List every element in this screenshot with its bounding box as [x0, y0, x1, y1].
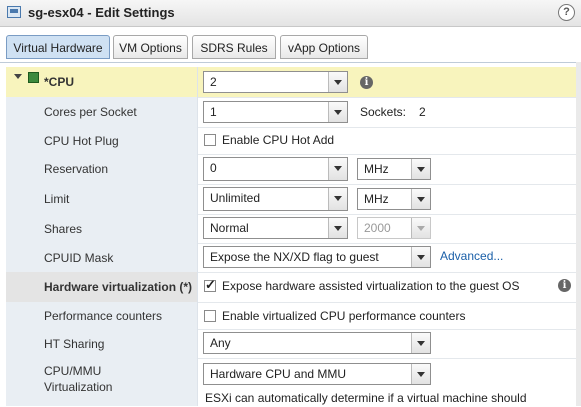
- ht-sharing-row: HT Sharing Any: [6, 329, 576, 359]
- shares-row: Shares Normal 2000: [6, 214, 576, 244]
- shares-amount-input: 2000: [357, 217, 431, 239]
- cpuid-advanced-link[interactable]: Advanced...: [440, 249, 503, 263]
- cpuid-mask-select[interactable]: Expose the NX/XD flag to guest: [203, 246, 431, 268]
- info-icon[interactable]: i: [558, 279, 571, 292]
- expand-arrow-icon[interactable]: [14, 74, 22, 79]
- ht-sharing-label: HT Sharing: [44, 336, 105, 351]
- reservation-input[interactable]: 0: [203, 157, 348, 181]
- shares-label-cell: Shares: [6, 214, 198, 243]
- window-title: sg-esx04 - Edit Settings: [28, 5, 175, 20]
- reservation-value: 0: [210, 161, 217, 175]
- cpu-mmu-virtualization-row: CPU/MMU Virtualization Hardware CPU and …: [6, 358, 576, 406]
- cores-per-socket-select[interactable]: 1: [203, 101, 348, 123]
- ht-sharing-value: Any: [210, 336, 231, 350]
- cpu-label: *CPU: [44, 75, 75, 89]
- tab-vapp-options[interactable]: vApp Options: [280, 35, 368, 59]
- reservation-unit: MHz: [364, 162, 389, 176]
- limit-value: Unlimited: [210, 191, 261, 205]
- info-icon[interactable]: i: [360, 76, 373, 89]
- cpu-hot-plug-label-cell: CPU Hot Plug: [6, 127, 198, 154]
- tab-vm-options[interactable]: VM Options: [113, 35, 188, 59]
- limit-label: Limit: [44, 192, 70, 206]
- hardware-virtualization-label-cell: Hardware virtualization (*): [6, 272, 198, 302]
- cores-per-socket-value: 1: [210, 105, 217, 119]
- chevron-down-icon[interactable]: [328, 72, 347, 92]
- chevron-down-icon[interactable]: [411, 247, 430, 267]
- vm-settings-icon: [7, 6, 21, 18]
- sockets-value: 2: [419, 105, 426, 119]
- cpu-mmu-select[interactable]: Hardware CPU and MMU: [203, 363, 431, 385]
- chevron-down-icon[interactable]: [328, 188, 347, 210]
- chevron-down-icon[interactable]: [411, 159, 430, 179]
- chevron-down-icon[interactable]: [328, 158, 347, 180]
- performance-counters-label-cell: Performance counters: [6, 302, 198, 329]
- cpu-mmu-label-line1: CPU/MMU: [44, 364, 102, 378]
- cpuid-mask-row: CPUID Mask Expose the NX/XD flag to gues…: [6, 243, 576, 273]
- chevron-down-icon[interactable]: [328, 218, 347, 238]
- chevron-down-icon[interactable]: [411, 333, 430, 353]
- cores-per-socket-row: Cores per Socket 1 Sockets: 2: [6, 97, 576, 128]
- cpuid-mask-label: CPUID Mask: [44, 250, 114, 265]
- limit-unit-select[interactable]: MHz: [357, 188, 431, 210]
- tab-sdrs-rules[interactable]: SDRS Rules: [192, 35, 276, 59]
- chevron-down-icon[interactable]: [328, 102, 347, 122]
- ht-sharing-select[interactable]: Any: [203, 332, 431, 354]
- cpuid-mask-value: Expose the NX/XD flag to guest: [210, 250, 379, 264]
- cpu-header-row: *CPU 2 i: [6, 67, 576, 98]
- cpuid-mask-label-cell: CPUID Mask: [6, 243, 198, 272]
- chevron-down-icon[interactable]: [411, 364, 430, 384]
- hardware-virtualization-label: Hardware virtualization (*): [44, 280, 193, 294]
- cpu-chip-icon: [28, 72, 39, 83]
- reservation-row: Reservation 0 MHz: [6, 154, 576, 185]
- limit-unit: MHz: [364, 192, 389, 206]
- sockets-label: Sockets:: [360, 105, 407, 119]
- shares-amount: 2000: [364, 221, 391, 235]
- cpu-hot-plug-row: CPU Hot Plug Enable CPU Hot Add: [6, 127, 576, 155]
- cpu-header-label-cell: *CPU: [6, 67, 198, 97]
- chevron-down-icon[interactable]: [411, 189, 430, 209]
- performance-counters-label: Performance counters: [44, 308, 163, 323]
- cpu-hot-plug-label: CPU Hot Plug: [44, 133, 119, 148]
- reservation-label: Reservation: [44, 162, 109, 176]
- cpu-hot-add-label: Enable CPU Hot Add: [222, 133, 335, 147]
- ht-sharing-label-cell: HT Sharing: [6, 329, 198, 358]
- cores-per-socket-label: Cores per Socket: [44, 105, 137, 119]
- cpu-mmu-value: Hardware CPU and MMU: [210, 367, 347, 381]
- window-titlebar: sg-esx04 - Edit Settings ?: [0, 0, 581, 27]
- cpu-hot-add-checkbox[interactable]: [204, 134, 216, 146]
- shares-value: Normal: [210, 221, 249, 235]
- reservation-unit-select[interactable]: MHz: [357, 158, 431, 180]
- performance-counters-checkbox[interactable]: [204, 310, 216, 322]
- limit-input[interactable]: Unlimited: [203, 187, 348, 211]
- shares-label: Shares: [44, 221, 83, 236]
- help-icon[interactable]: ?: [558, 4, 575, 21]
- cpu-mmu-note: ESXi can automatically determine if a vi…: [205, 391, 527, 405]
- performance-counters-checkbox-label: Enable virtualized CPU performance count…: [222, 309, 466, 323]
- chevron-down-icon: [411, 218, 430, 238]
- reservation-label-cell: Reservation: [6, 154, 198, 184]
- hardware-virtualization-checkbox-label: Expose hardware assisted virtualization …: [222, 279, 520, 293]
- hardware-virtualization-checkbox[interactable]: [204, 277, 216, 293]
- tab-virtual-hardware[interactable]: Virtual Hardware: [6, 35, 110, 59]
- cpu-mmu-label-line2: Virtualization: [44, 380, 113, 394]
- cpu-count-value: 2: [210, 75, 217, 89]
- hardware-virtualization-row: Hardware virtualization (*) Expose hardw…: [6, 272, 576, 303]
- performance-counters-row: Performance counters Enable virtualized …: [6, 302, 576, 330]
- cpu-count-select[interactable]: 2: [203, 71, 348, 93]
- cores-per-socket-label-cell: Cores per Socket: [6, 97, 198, 127]
- limit-label-cell: Limit: [6, 184, 198, 214]
- scrollbar[interactable]: [576, 62, 581, 406]
- shares-select[interactable]: Normal: [203, 217, 348, 239]
- limit-row: Limit Unlimited MHz: [6, 184, 576, 215]
- cpu-mmu-label-cell: CPU/MMU Virtualization: [6, 358, 198, 406]
